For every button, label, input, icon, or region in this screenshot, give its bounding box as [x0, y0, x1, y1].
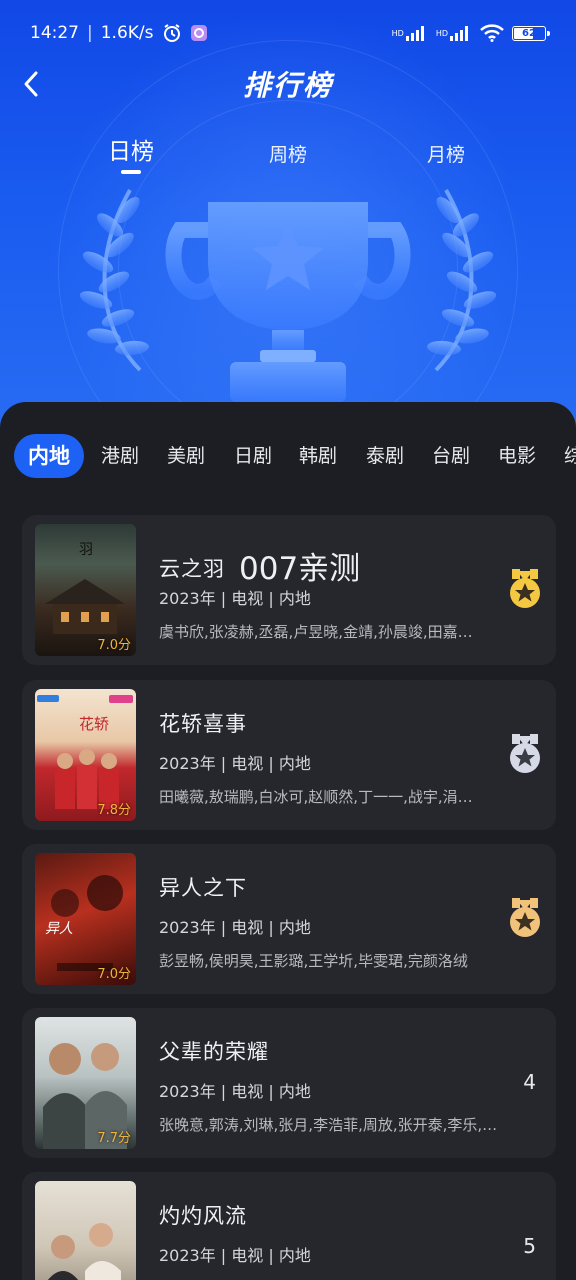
score-label: 7.0分: [97, 967, 131, 982]
item-meta: 2023年 | 电视 | 内地: [159, 589, 311, 608]
list-item[interactable]: 异人 7.0分 异人之下 2023年 | 电视 | 内地 彭昱畅,侯明昊,王影璐…: [22, 844, 556, 994]
item-meta: 2023年 | 电视 | 内地: [159, 1082, 311, 1101]
tab-label: 周榜: [268, 144, 307, 166]
item-cast: 田曦薇,敖瑞鹏,白冰可,赵顺然,丁一一,战宇,涓…: [159, 788, 473, 806]
status-bar: 14:27 | 1.6K/s HD HD 62: [0, 0, 576, 66]
category-tab-kr[interactable]: 韩剧: [299, 434, 337, 478]
score-label: 7.7分: [97, 1131, 131, 1146]
signal-icon: HD: [392, 25, 428, 41]
rank-number: 5: [523, 1234, 536, 1258]
item-meta: 2023年 | 电视 | 内地: [159, 918, 311, 937]
status-speed: 1.6K/s: [100, 23, 154, 43]
category-tab-hk[interactable]: 港剧: [101, 434, 139, 478]
signal-icon: HD: [436, 25, 472, 41]
item-title-extra: 007亲测: [239, 551, 361, 587]
gold-medal-icon: [508, 569, 542, 611]
poster-image: 羽 7.0分: [35, 524, 136, 656]
hd-label: HD: [435, 28, 448, 38]
tab-weekly[interactable]: 周榜: [248, 140, 328, 167]
list-item[interactable]: 花轿 7.8分 花轿喜事 2023年 | 电视 | 内地 田曦薇,敖瑞鹏,白冰可…: [22, 680, 556, 830]
svg-text:花轿: 花轿: [79, 715, 109, 733]
bronze-medal-icon: [508, 898, 542, 940]
item-meta: 2023年 | 电视 | 内地: [159, 754, 311, 773]
category-tabs: 内地 港剧 美剧 日剧 韩剧 泰剧 台剧 电影 综: [0, 430, 576, 482]
category-tab-th[interactable]: 泰剧: [366, 434, 404, 478]
item-cast: 张晚意,郭涛,刘琳,张月,李浩菲,周放,张开泰,李乐,…: [159, 1116, 498, 1134]
item-meta: 2023年 | 电视 | 内地: [159, 1246, 311, 1265]
tab-label: 月榜: [426, 144, 465, 166]
poster-image: 花轿 7.8分: [35, 689, 136, 821]
category-tab-variety[interactable]: 综: [564, 434, 576, 478]
item-title: 云之羽 007亲测: [159, 543, 360, 588]
item-title: 异人之下: [159, 876, 247, 900]
status-time: 14:27: [30, 23, 79, 43]
item-cast: 虞书欣,张凌赫,丞磊,卢昱晓,金靖,孙晨竣,田嘉…: [159, 623, 473, 641]
tab-monthly[interactable]: 月榜: [406, 140, 486, 167]
list-item[interactable]: 7.7分 父辈的荣耀 2023年 | 电视 | 内地 张晚意,郭涛,刘琳,张月,…: [22, 1008, 556, 1158]
hero-banner: 14:27 | 1.6K/s HD HD 62 排行榜 日榜 周榜 月榜: [0, 0, 576, 460]
category-tab-movie[interactable]: 电影: [498, 434, 536, 478]
list-item[interactable]: 羽 7.0分 云之羽 007亲测 2023年 | 电视 | 内地 虞书欣,张凌赫,…: [22, 515, 556, 665]
svg-text:异人: 异人: [45, 921, 73, 937]
category-tab-us[interactable]: 美剧: [167, 434, 205, 478]
poster-image: 7.7分: [35, 1017, 136, 1149]
poster-image: 异人 7.0分: [35, 853, 136, 985]
item-title: 父辈的荣耀: [159, 1040, 269, 1064]
rank-number: 4: [523, 1070, 536, 1094]
item-title-text: 云之羽: [159, 557, 225, 581]
item-cast: 彭昱畅,侯明昊,王影璐,王学圻,毕雯珺,完颜洛绒: [159, 952, 468, 970]
list-item[interactable]: 灼灼风流 2023年 | 电视 | 内地 5: [22, 1172, 556, 1280]
item-title: 灼灼风流: [159, 1204, 247, 1228]
status-divider: |: [87, 23, 93, 43]
alarm-icon: [162, 23, 182, 43]
category-tab-jp[interactable]: 日剧: [234, 434, 272, 478]
battery-level: 62: [522, 27, 536, 39]
category-tab-mainland[interactable]: 内地: [14, 434, 84, 478]
score-label: 7.8分: [97, 803, 131, 818]
hd-label: HD: [391, 28, 404, 38]
poster-image: [35, 1181, 136, 1280]
trophy-illustration: [79, 170, 497, 410]
svg-text:羽: 羽: [79, 542, 93, 558]
silver-medal-icon: [508, 734, 542, 776]
tab-label: 日榜: [108, 139, 154, 165]
item-title: 花轿喜事: [159, 712, 247, 736]
battery-icon: 62: [512, 25, 550, 41]
app-notification-icon: [190, 24, 208, 42]
tab-daily[interactable]: 日榜: [91, 132, 171, 174]
page-title: 排行榜: [242, 69, 333, 102]
score-label: 7.0分: [97, 638, 131, 653]
category-tab-tw[interactable]: 台剧: [432, 434, 470, 478]
wifi-icon: [480, 24, 504, 42]
